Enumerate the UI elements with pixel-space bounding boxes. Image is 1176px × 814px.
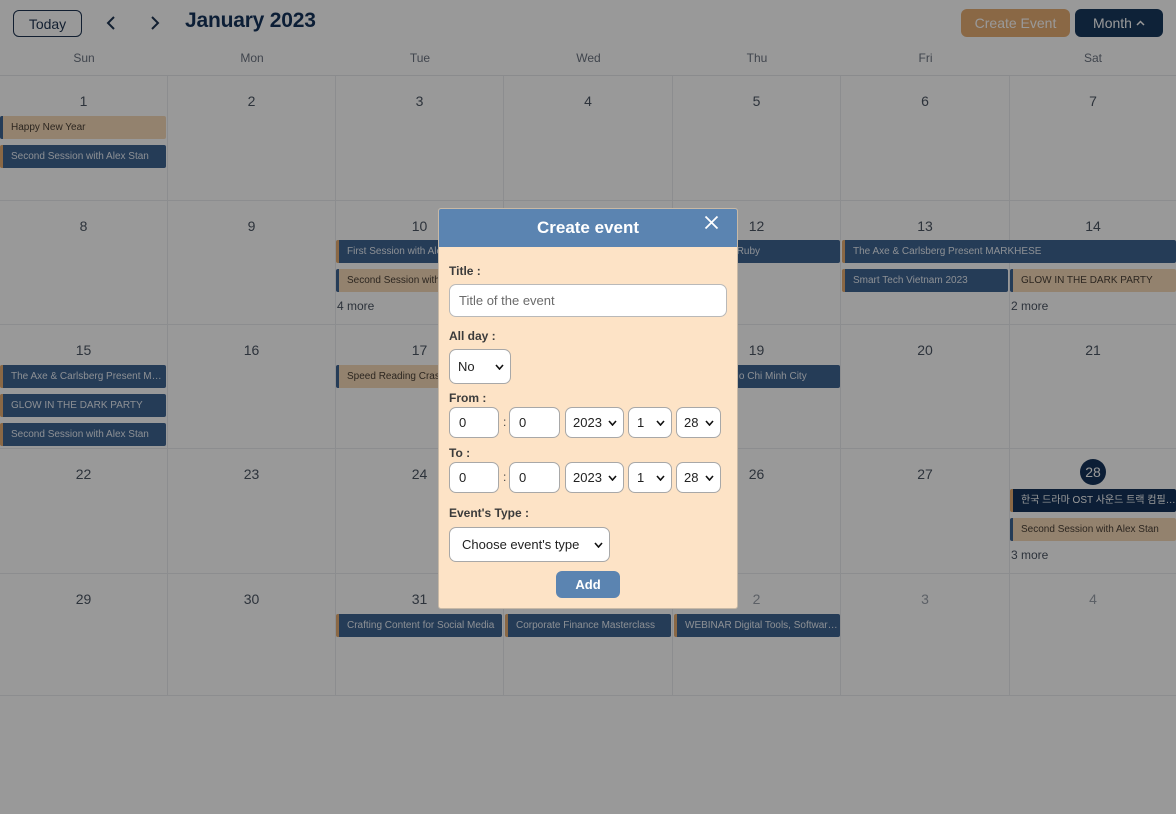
close-icon [704, 215, 719, 230]
allday-select[interactable]: No [449, 349, 511, 384]
from-month-value: 1 [637, 415, 645, 430]
chevron-down-icon [495, 363, 504, 370]
chevron-down-icon [608, 474, 617, 481]
chevron-down-icon [656, 474, 665, 481]
to-year-select[interactable]: 2023 [565, 462, 624, 493]
from-year-select[interactable]: 2023 [565, 407, 624, 438]
event-type-label: Event's Type : [449, 506, 529, 520]
allday-value: No [458, 359, 475, 374]
from-month-select[interactable]: 1 [628, 407, 672, 438]
to-minute-input[interactable]: 0 [509, 462, 560, 493]
create-event-dialog: Create event Title : All day : No From :… [438, 208, 738, 609]
to-day-value: 28 [684, 470, 699, 485]
to-day-select[interactable]: 28 [676, 462, 721, 493]
time-separator: : [503, 415, 507, 429]
from-year-value: 2023 [573, 415, 602, 430]
event-type-select[interactable]: Choose event's type [449, 527, 610, 562]
from-day-select[interactable]: 28 [676, 407, 721, 438]
to-month-select[interactable]: 1 [628, 462, 672, 493]
to-year-value: 2023 [573, 470, 602, 485]
title-label: Title : [449, 264, 481, 278]
from-hour-input[interactable]: 0 [449, 407, 499, 438]
chevron-down-icon [594, 541, 603, 548]
dialog-header: Create event [439, 209, 737, 247]
dialog-title: Create event [536, 218, 640, 237]
from-minute-input[interactable]: 0 [509, 407, 560, 438]
event-type-value: Choose event's type [462, 537, 580, 552]
to-label: To : [449, 446, 471, 460]
close-dialog-button[interactable] [704, 215, 724, 235]
from-day-value: 28 [684, 415, 699, 430]
chevron-down-icon [705, 419, 714, 426]
from-label: From : [449, 391, 487, 405]
chevron-down-icon [705, 474, 714, 481]
to-hour-input[interactable]: 0 [449, 462, 499, 493]
allday-label: All day : [449, 329, 496, 343]
chevron-down-icon [608, 419, 617, 426]
event-title-input[interactable] [449, 284, 727, 317]
add-event-button[interactable]: Add [556, 571, 620, 598]
chevron-down-icon [656, 419, 665, 426]
to-month-value: 1 [637, 470, 645, 485]
time-separator: : [503, 470, 507, 484]
